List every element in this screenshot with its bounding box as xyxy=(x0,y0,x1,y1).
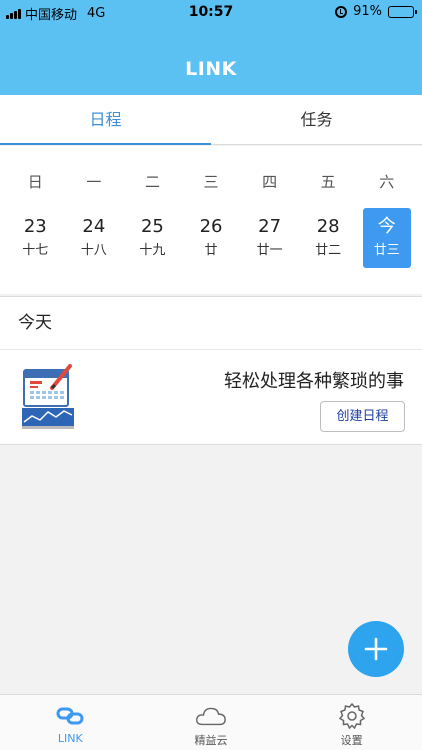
calendar-day[interactable]: 27 廿一 xyxy=(240,208,299,268)
create-schedule-button[interactable]: 创建日程 xyxy=(320,401,405,432)
lunar-date: 十九 xyxy=(139,243,166,258)
day-number: 28 xyxy=(316,216,340,237)
cloud-icon xyxy=(196,707,226,726)
app-header: 中国移动 4G 10:57 91% LINK xyxy=(0,0,422,95)
weekday-label: 一 xyxy=(86,173,102,191)
weekday-label: 四 xyxy=(262,173,278,191)
day-number: 23 xyxy=(23,216,47,237)
today-section-title: 今天 xyxy=(0,296,422,350)
empty-state-text: 轻松处理各种繁琐的事 xyxy=(224,371,404,392)
lunar-date: 廿三 xyxy=(373,243,400,258)
nav-label: LINK xyxy=(57,732,83,745)
calendar-day[interactable]: 24 十八 xyxy=(65,208,124,268)
lunar-date: 廿二 xyxy=(315,243,342,258)
page-title: LINK xyxy=(185,58,237,80)
nav-label: 设置 xyxy=(340,734,363,747)
calendar-day[interactable]: 28 廿二 xyxy=(299,208,358,268)
lunar-date: 十七 xyxy=(22,243,49,258)
weekday-label: 六 xyxy=(379,173,395,191)
weekday-label: 三 xyxy=(203,173,219,191)
gear-icon xyxy=(338,702,365,730)
lunar-date: 廿一 xyxy=(256,243,283,258)
nav-label: 精益云 xyxy=(194,734,228,747)
status-bar: 中国移动 4G 10:57 91% xyxy=(0,0,422,24)
week-calendar: 日 一 二 三 四 五 六 23 十七 24 十八 25 十九 26 廿 27 廿一 28… xyxy=(0,146,422,294)
bottom-nav: LINK 精益云 设置 xyxy=(0,694,422,750)
day-row: 23 十七 24 十八 25 十九 26 廿 27 廿一 28 廿二 今廿三 xyxy=(6,208,416,268)
day-number: 26 xyxy=(199,216,223,237)
nav-link[interactable]: LINK xyxy=(0,695,141,750)
plus-icon xyxy=(364,637,388,661)
weekday-header: 日 一 二 三 四 五 六 xyxy=(6,171,416,192)
nav-settings[interactable]: 设置 xyxy=(281,695,422,750)
day-number: 27 xyxy=(258,216,282,237)
nav-cloud[interactable]: 精益云 xyxy=(141,695,282,750)
calendar-illustration-icon xyxy=(22,364,74,429)
add-button[interactable] xyxy=(348,621,404,677)
weekday-label: 日 xyxy=(27,173,43,191)
lunar-date: 廿 xyxy=(204,243,218,258)
tab-schedule[interactable]: 日程 xyxy=(0,95,211,145)
calendar-day[interactable]: 25 十九 xyxy=(123,208,182,268)
day-number: 今 xyxy=(377,216,396,237)
weekday-label: 二 xyxy=(144,173,160,191)
link-icon xyxy=(56,707,84,725)
tab-bar: 日程 任务 xyxy=(0,95,422,145)
empty-schedule-card: 轻松处理各种繁琐的事 创建日程 xyxy=(0,350,422,445)
battery-percent: 91% xyxy=(353,4,382,19)
calendar-day-today[interactable]: 今廿三 xyxy=(357,208,416,268)
day-number: 24 xyxy=(82,216,106,237)
calendar-day[interactable]: 26 廿 xyxy=(182,208,241,268)
tab-tasks[interactable]: 任务 xyxy=(211,95,422,144)
weekday-label: 五 xyxy=(320,173,336,191)
battery-icon xyxy=(388,5,417,18)
day-number: 25 xyxy=(140,216,164,237)
alarm-icon xyxy=(335,5,348,18)
lunar-date: 十八 xyxy=(80,243,107,258)
calendar-day[interactable]: 23 十七 xyxy=(6,208,65,268)
